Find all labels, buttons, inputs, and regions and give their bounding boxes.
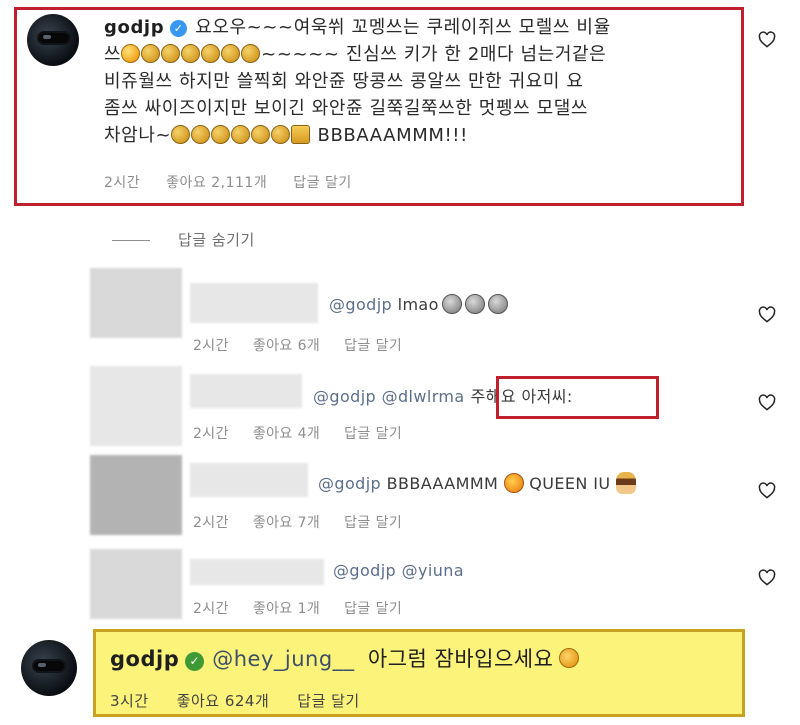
heart-icon[interactable] xyxy=(758,394,776,412)
laughing-emoji-icon xyxy=(464,294,485,314)
avatar-godjp[interactable] xyxy=(21,640,77,696)
blurred-username xyxy=(190,283,318,323)
reply-likes[interactable]: 좋아요 1개 xyxy=(253,601,320,617)
clap-emoji-icon xyxy=(201,44,221,63)
avatar-godjp[interactable] xyxy=(27,14,79,66)
reply-reply-button[interactable]: 답글 달기 xyxy=(344,601,402,617)
reply-mention[interactable]: @godjp xyxy=(318,474,381,493)
reply-time[interactable]: 2시간 xyxy=(193,515,229,531)
bottom-comment-meta: 3시간 좋아요 624개 답글 달기 xyxy=(110,690,388,711)
top-comment-meta: 2시간 좋아요 2,111개 답글 달기 xyxy=(104,172,378,192)
reply-mention[interactable]: @godjp @dlwlrma xyxy=(313,387,465,406)
reply-time[interactable]: 2시간 xyxy=(193,338,229,354)
clap-emoji-icon xyxy=(271,125,291,144)
reply-likes[interactable]: 좋아요 4개 xyxy=(253,426,320,442)
blurred-avatar xyxy=(90,549,182,619)
reply-meta: 2시간 좋아요 6개 답글 달기 xyxy=(193,335,426,355)
verified-badge-icon: ✓ xyxy=(185,652,205,671)
blurred-avatar xyxy=(90,455,182,535)
bottom-comment-body: godjp ✓ @hey_jung__ 아그럼 잠바입으세요 xyxy=(110,643,580,673)
star-struck-emoji-icon xyxy=(503,473,524,493)
comment-likes[interactable]: 좋아요 624개 xyxy=(177,692,270,710)
thumbs-up-emoji-icon xyxy=(291,125,311,144)
reply-message-2: QUEEN IU xyxy=(529,474,611,493)
comment-line-1: 요오우~~~여욱쒸 꼬멩쓰는 쿠레이쥐쓰 모렐쓰 비율 xyxy=(195,17,611,38)
hide-replies-button[interactable]: 답글 숨기기 xyxy=(178,229,255,250)
reply-text: @godjp BBBAAAMMM QUEEN IU xyxy=(318,472,636,494)
clap-emoji-icon xyxy=(211,125,231,144)
comment-username[interactable]: godjp xyxy=(104,17,164,38)
laughing-emoji-icon xyxy=(441,294,462,314)
avatar-shine xyxy=(43,35,51,39)
comment-username[interactable]: godjp xyxy=(110,647,179,671)
reply-reply-button[interactable]: 답글 달기 xyxy=(344,338,402,354)
reply-message: BBBAAAMMM xyxy=(381,474,499,493)
top-comment-body: godjp ✓ 요오우~~~여욱쒸 꼬멩쓰는 쿠레이쥐쓰 모렐쓰 비율 쓰 ~~~~~… xyxy=(104,14,729,149)
heart-icon[interactable] xyxy=(758,482,776,500)
clap-emoji-icon xyxy=(221,44,241,63)
clap-emoji-icon xyxy=(231,125,251,144)
reply-reply-button[interactable]: 답글 달기 xyxy=(344,515,402,531)
verified-badge-icon: ✓ xyxy=(170,20,188,37)
astonished-emoji-icon xyxy=(121,44,141,63)
comment-reply-button[interactable]: 답글 달기 xyxy=(297,692,359,710)
comment-line-4: 좀쓰 싸이즈이지만 보이긴 와안쥰 길쭉길쭉쓰한 멋펭쓰 모댈쓰 xyxy=(104,98,589,119)
comment-line-2-suffix: ~~~~~ 진심쓰 키가 한 2매다 넘는거같은 xyxy=(261,44,607,65)
reply-likes[interactable]: 좋아요 6개 xyxy=(253,338,320,354)
sad-emoji-icon xyxy=(559,648,580,668)
blurred-username xyxy=(190,374,302,408)
heart-icon[interactable] xyxy=(758,306,776,324)
clap-emoji-icon xyxy=(171,125,191,144)
heart-icon[interactable] xyxy=(758,569,776,587)
comment-message: 아그럼 잠바입으세요 xyxy=(367,647,554,671)
comment-line-2-prefix: 쓰 xyxy=(104,44,122,65)
reply-reply-button[interactable]: 답글 달기 xyxy=(344,426,402,442)
comment-time[interactable]: 3시간 xyxy=(110,692,149,710)
queen-emoji-icon xyxy=(615,472,636,494)
comment-reply-button[interactable]: 답글 달기 xyxy=(293,175,351,191)
reply-meta: 2시간 좋아요 7개 답글 달기 xyxy=(193,512,426,532)
clap-emoji-icon xyxy=(161,44,181,63)
clap-emoji-icon xyxy=(251,125,271,144)
reply-text: @godjp @yiuna xyxy=(333,561,464,580)
reply-meta: 2시간 좋아요 1개 답글 달기 xyxy=(193,598,426,618)
reply-likes[interactable]: 좋아요 7개 xyxy=(253,515,320,531)
reply-meta: 2시간 좋아요 4개 답글 달기 xyxy=(193,423,426,443)
reply-mention[interactable]: @godjp xyxy=(329,295,392,314)
clap-emoji-icon xyxy=(141,44,161,63)
reply-text: @godjp lmao xyxy=(329,294,508,314)
reply-message: lmao xyxy=(392,295,439,314)
blurred-avatar xyxy=(90,366,182,446)
clap-emoji-icon xyxy=(191,125,211,144)
laughing-emoji-icon xyxy=(487,294,508,314)
comment-line-5-prefix: 차암나~ xyxy=(104,125,172,146)
blurred-username xyxy=(190,463,308,497)
highlight-box-reply xyxy=(496,376,659,419)
hide-replies-line xyxy=(112,240,150,241)
clap-emoji-icon xyxy=(241,44,261,63)
comment-line-5-suffix: BBBAAAMMM!!! xyxy=(317,125,468,146)
reply-time[interactable]: 2시간 xyxy=(193,601,229,617)
clap-emoji-icon xyxy=(181,44,201,63)
reply-time[interactable]: 2시간 xyxy=(193,426,229,442)
avatar-shine xyxy=(38,663,46,667)
blurred-avatar xyxy=(90,268,182,338)
blurred-username xyxy=(190,559,324,585)
comment-mention[interactable]: @hey_jung__ xyxy=(212,647,354,671)
comment-line-3: 비쥬월쓰 하지만 쓸찍회 와안쥰 땅콩쓰 콩알쓰 만한 귀요미 요 xyxy=(104,71,584,92)
heart-icon[interactable] xyxy=(758,31,776,49)
comment-time[interactable]: 2시간 xyxy=(104,175,140,191)
reply-mention[interactable]: @godjp @yiuna xyxy=(333,561,464,580)
comment-likes[interactable]: 좋아요 2,111개 xyxy=(166,175,267,191)
